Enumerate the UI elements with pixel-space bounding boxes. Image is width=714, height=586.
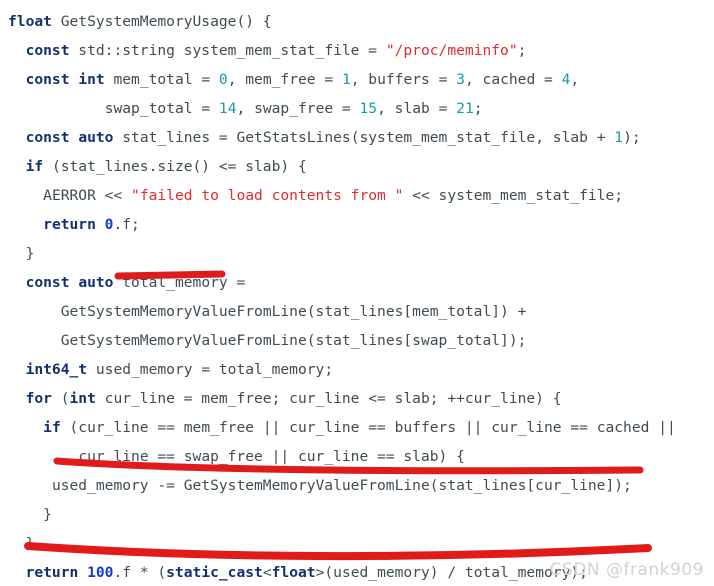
code-line: return 0.f; (0, 210, 714, 239)
code-line: float GetSystemMemoryUsage() { (0, 7, 714, 36)
code-token-kw: auto (78, 274, 114, 291)
code-token-kw: int64_t (25, 361, 88, 378)
code-token-num: 14 (218, 100, 237, 117)
code-token-pln: ; (473, 100, 483, 117)
code-line: const auto total_memory = (0, 268, 714, 297)
code-token-kw: auto (78, 129, 114, 146)
code-token-pln: < (262, 564, 272, 581)
code-token-kw: float (8, 13, 52, 30)
code-line: if (cur_line == mem_free || cur_line == … (0, 413, 714, 442)
code-token-pln: GetSystemMemoryValueFromLine(stat_lines[… (60, 332, 527, 349)
code-token-pln (70, 129, 79, 146)
code-line: GetSystemMemoryValueFromLine(stat_lines[… (0, 326, 714, 355)
code-token-kw: const (25, 274, 70, 291)
code-token-kw: float (271, 564, 316, 581)
code-token-pln: , buffers = (350, 71, 457, 88)
code-token-kw: if (25, 158, 44, 175)
code-token-kw: const (25, 129, 70, 146)
code-token-pln: , cached = (464, 71, 562, 88)
code-token-pln: AERROR << (43, 187, 132, 204)
code-screenshot: float GetSystemMemoryUsage() {const std:… (0, 0, 714, 586)
code-token-pln: ; (517, 42, 527, 59)
code-token-num: 3 (456, 71, 465, 88)
code-line: used_memory -= GetSystemMemoryValueFromL… (0, 471, 714, 500)
code-token-pln: , slab = (377, 100, 457, 117)
code-token-kw: int (78, 71, 105, 88)
code-line: GetSystemMemoryValueFromLine(stat_lines[… (0, 297, 714, 326)
code-token-pln: ( (51, 390, 70, 407)
code-token-kw: const (25, 71, 70, 88)
code-token-pln: cur_line == swap_free || cur_line == sla… (78, 448, 465, 465)
code-line: if (stat_lines.size() <= slab) { (0, 152, 714, 181)
code-token-pln (96, 216, 105, 233)
code-token-num: 1 (614, 129, 624, 146)
code-token-num: 21 (456, 100, 474, 117)
code-line: int64_t used_memory = total_memory; (0, 355, 714, 384)
code-token-pln: swap_total = (104, 100, 219, 117)
code-token-pln: mem_total = (104, 71, 219, 88)
code-token-kw: int (69, 390, 96, 407)
code-token-str: "/proc/meminfo" (385, 42, 518, 59)
code-token-pln: , mem_free = (227, 71, 342, 88)
code-token-num: 1 (341, 71, 351, 88)
code-token-pln: } (43, 506, 52, 523)
code-token-pln: (stat_lines.size() <= slab) { (43, 158, 307, 175)
code-token-pln: .f; (113, 216, 140, 233)
code-token-pln: GetSystemMemoryUsage() { (51, 13, 272, 30)
code-token-pln (70, 71, 79, 88)
code-token-pln: } (25, 535, 35, 552)
code-line: const int mem_total = 0, mem_free = 1, b… (0, 65, 714, 94)
code-token-pln (70, 274, 79, 291)
code-token-pln: } (25, 245, 35, 262)
code-line: const auto stat_lines = GetStatsLines(sy… (0, 123, 714, 152)
code-token-pln: , swap_free = (236, 100, 360, 117)
code-token-pln: , (570, 71, 580, 88)
code-token-pln: used_memory = total_memory; (87, 361, 334, 378)
code-token-pln: GetSystemMemoryValueFromLine(stat_lines[… (60, 303, 527, 320)
code-token-pln: >(used_memory) / total_memory); (315, 564, 588, 581)
code-token-pln: cur_line = mem_free; cur_line <= slab; +… (95, 390, 562, 407)
code-token-pln: .f * ( (113, 564, 167, 581)
code-line: } (0, 239, 714, 268)
code-token-num: 15 (359, 100, 378, 117)
code-line: } (0, 529, 714, 558)
csdn-watermark: CSDN @frank909 (549, 560, 704, 580)
code-line: for (int cur_line = mem_free; cur_line <… (0, 384, 714, 413)
code-token-pln (78, 564, 87, 581)
code-token-pln: used_memory -= GetSystemMemoryValueFromL… (51, 477, 632, 494)
code-block[interactable]: float GetSystemMemoryUsage() {const std:… (0, 0, 714, 586)
code-line: cur_line == swap_free || cur_line == sla… (0, 442, 714, 471)
code-token-numb: 100 (87, 564, 114, 581)
code-line: const std::string system_mem_stat_file =… (0, 36, 714, 65)
code-line: } (0, 500, 714, 529)
code-token-pln: (cur_line == mem_free || cur_line == buf… (60, 419, 676, 436)
code-token-pln: std::string system_mem_stat_file = (69, 42, 386, 59)
code-token-pln: stat_lines = GetStatsLines(system_mem_st… (113, 129, 615, 146)
code-token-num: 0 (218, 71, 228, 88)
code-token-pln: << system_mem_stat_file; (403, 187, 624, 204)
code-token-kw: return (25, 564, 79, 581)
code-token-kw: for (25, 390, 52, 407)
code-token-kw: const (25, 42, 70, 59)
code-token-pln: total_memory = (113, 274, 246, 291)
code-token-str: "failed to load contents from " (131, 187, 404, 204)
code-token-kw: static_cast (166, 564, 263, 581)
code-token-kw: if (43, 419, 61, 436)
code-token-kw: return (43, 216, 96, 233)
code-token-pln: ); (623, 129, 641, 146)
code-line: AERROR << "failed to load contents from … (0, 181, 714, 210)
code-line: swap_total = 14, swap_free = 15, slab = … (0, 94, 714, 123)
